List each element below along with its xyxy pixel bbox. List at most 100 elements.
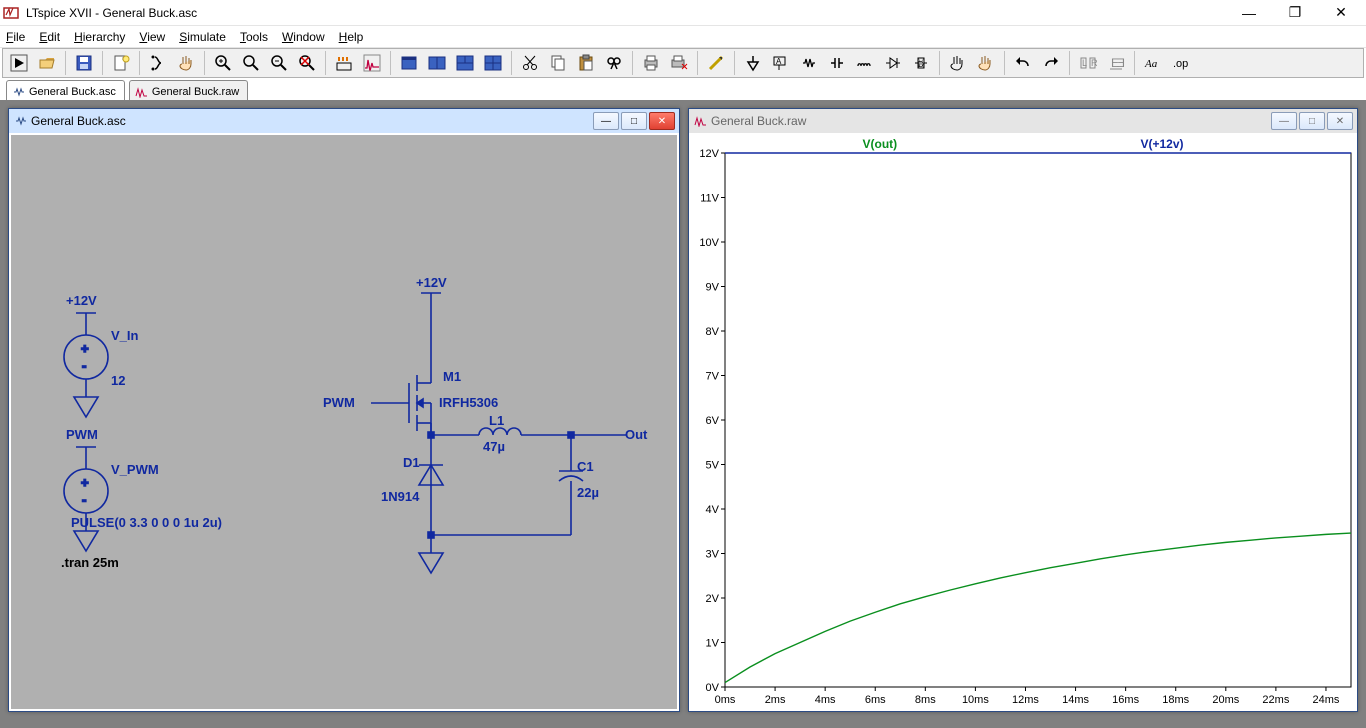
move-icon[interactable] <box>946 51 970 75</box>
label-out[interactable]: Out <box>625 427 648 442</box>
minimize-button[interactable]: — <box>1226 0 1272 26</box>
child-maximize-button[interactable]: □ <box>1299 112 1325 130</box>
tile-4-icon[interactable] <box>481 51 505 75</box>
schematic-file-icon <box>11 85 25 99</box>
schematic-window-titlebar[interactable]: General Buck.asc — □ ✕ <box>9 109 679 133</box>
waveform-file-icon <box>693 114 707 128</box>
label-v-in-val[interactable]: 12 <box>111 373 125 388</box>
zoom-in-icon[interactable] <box>211 51 235 75</box>
zoom-pan-icon[interactable] <box>239 51 263 75</box>
menu-tools[interactable]: Tools <box>240 30 268 44</box>
label-m1-model[interactable]: IRFH5306 <box>439 395 498 410</box>
label-net-12v-left[interactable]: +12V <box>66 293 97 308</box>
label-d1-model[interactable]: 1N914 <box>381 489 420 504</box>
label-v-pwm[interactable]: V_PWM <box>111 462 159 477</box>
paste-icon[interactable] <box>574 51 598 75</box>
svg-text:3V: 3V <box>706 549 720 561</box>
label-l1-val[interactable]: 47µ <box>483 439 505 454</box>
tab-schematic-label: General Buck.asc <box>29 86 116 98</box>
draw-wire-icon[interactable] <box>704 51 728 75</box>
svg-text:18ms: 18ms <box>1162 694 1189 706</box>
label-pulse[interactable]: PULSE(0 3.3 0 0 0 1u 2u) <box>71 515 222 530</box>
label-c1[interactable]: C1 <box>577 459 594 474</box>
svg-text:7V: 7V <box>706 371 720 383</box>
child-minimize-button[interactable]: — <box>1271 112 1297 130</box>
menu-edit[interactable]: Edit <box>39 30 60 44</box>
label-pwm-net[interactable]: PWM <box>323 395 355 410</box>
tab-schematic[interactable]: General Buck.asc <box>6 80 125 100</box>
text-icon[interactable]: Aa <box>1141 51 1165 75</box>
label-net-pwm-left[interactable]: PWM <box>66 427 98 442</box>
mirror-e-icon[interactable]: EE <box>1104 51 1128 75</box>
schematic-window[interactable]: General Buck.asc — □ ✕ + <box>8 108 680 712</box>
child-maximize-button[interactable]: □ <box>621 112 647 130</box>
menubar: File Edit Hierarchy View Simulate Tools … <box>0 26 1366 48</box>
print-icon[interactable] <box>639 51 663 75</box>
ground-icon[interactable] <box>741 51 765 75</box>
close-button[interactable]: ✕ <box>1318 0 1364 26</box>
svg-text:2ms: 2ms <box>765 694 786 706</box>
tab-waveform[interactable]: General Buck.raw <box>129 80 248 100</box>
menu-hierarchy[interactable]: Hierarchy <box>74 30 125 44</box>
label-net-12v-top[interactable]: +12V <box>416 275 447 290</box>
label-l1[interactable]: L1 <box>489 413 504 428</box>
tile-1-icon[interactable] <box>397 51 421 75</box>
label-tran-directive[interactable]: .tran 25m <box>61 555 119 570</box>
pan-icon[interactable] <box>174 51 198 75</box>
doc-tabs: General Buck.asc General Buck.raw <box>0 78 1366 100</box>
label-c1-val[interactable]: 22µ <box>577 485 599 500</box>
capacitor-icon[interactable] <box>825 51 849 75</box>
copy-icon[interactable] <box>546 51 570 75</box>
svg-text:8V: 8V <box>706 326 720 338</box>
redo-icon[interactable] <box>1039 51 1063 75</box>
child-minimize-button[interactable]: — <box>593 112 619 130</box>
waveform-window[interactable]: General Buck.raw — □ ✕ V(out) V(+12v) 0V… <box>688 108 1358 712</box>
zoom-full-icon[interactable] <box>295 51 319 75</box>
schematic-canvas[interactable]: + - +12V V_In 12 + <box>11 135 677 709</box>
autorange-icon[interactable] <box>332 51 356 75</box>
runner-icon[interactable] <box>146 51 170 75</box>
op-icon[interactable]: .op <box>1169 51 1193 75</box>
tile-3-icon[interactable] <box>453 51 477 75</box>
menu-help[interactable]: Help <box>339 30 364 44</box>
print-setup-icon[interactable] <box>667 51 691 75</box>
save-icon[interactable] <box>72 51 96 75</box>
drag-icon[interactable] <box>974 51 998 75</box>
tile-2-icon[interactable] <box>425 51 449 75</box>
menu-simulate[interactable]: Simulate <box>179 30 226 44</box>
inductor-icon[interactable] <box>853 51 877 75</box>
svg-text:E: E <box>1117 56 1125 70</box>
open-icon[interactable] <box>35 51 59 75</box>
label-m1[interactable]: M1 <box>443 369 461 384</box>
svg-text:22ms: 22ms <box>1262 694 1289 706</box>
mirror-lr-icon[interactable]: LR <box>1076 51 1100 75</box>
child-close-button[interactable]: ✕ <box>649 112 675 130</box>
menu-window[interactable]: Window <box>282 30 325 44</box>
waveform-window-titlebar[interactable]: General Buck.raw — □ ✕ <box>689 109 1357 133</box>
run-icon[interactable] <box>7 51 31 75</box>
svg-text:14ms: 14ms <box>1062 694 1089 706</box>
plot-canvas[interactable]: V(out) V(+12v) 0V1V2V3V4V5V6V7V8V9V10V11… <box>691 135 1355 709</box>
undo-icon[interactable] <box>1011 51 1035 75</box>
legend-v12v[interactable]: V(+12v) <box>1140 137 1183 151</box>
resistor-icon[interactable] <box>797 51 821 75</box>
zoom-out-icon[interactable] <box>267 51 291 75</box>
label-d1[interactable]: D1 <box>403 455 420 470</box>
menu-view[interactable]: View <box>139 30 165 44</box>
component-icon[interactable]: D <box>909 51 933 75</box>
diode-icon[interactable] <box>881 51 905 75</box>
new-schematic-icon[interactable] <box>109 51 133 75</box>
find-icon[interactable] <box>602 51 626 75</box>
svg-text:-: - <box>82 492 86 507</box>
legend-vout[interactable]: V(out) <box>862 137 897 151</box>
svg-text:6ms: 6ms <box>865 694 886 706</box>
waveform-icon[interactable] <box>360 51 384 75</box>
menu-file[interactable]: File <box>6 30 25 44</box>
child-close-button[interactable]: ✕ <box>1327 112 1353 130</box>
svg-text:4V: 4V <box>706 504 720 516</box>
label-v-in[interactable]: V_In <box>111 328 139 343</box>
label-icon[interactable]: A <box>769 51 793 75</box>
maximize-button[interactable]: ❐ <box>1272 0 1318 26</box>
svg-text:20ms: 20ms <box>1212 694 1239 706</box>
cut-icon[interactable] <box>518 51 542 75</box>
